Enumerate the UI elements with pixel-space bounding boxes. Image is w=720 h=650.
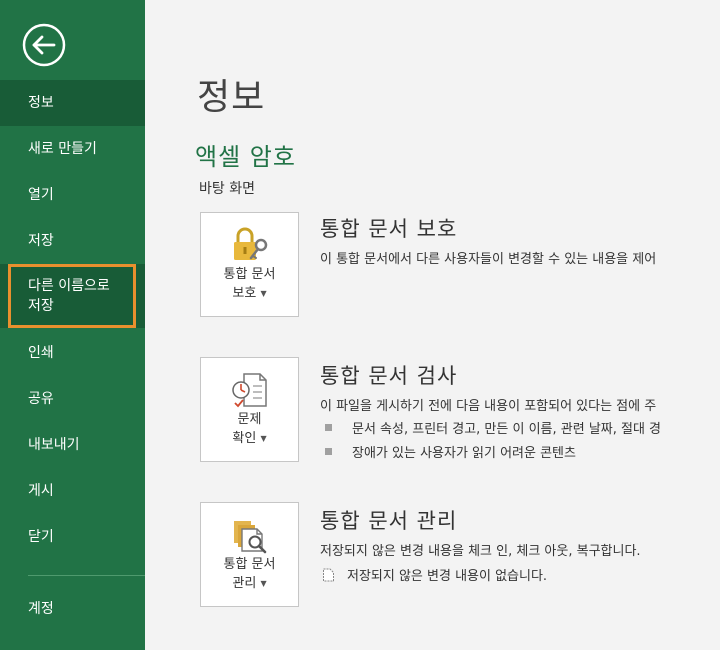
- section-title: 통합 문서 관리: [320, 509, 458, 533]
- nav-publish[interactable]: 게시: [0, 468, 145, 514]
- nav-info[interactable]: 정보: [0, 80, 145, 126]
- nav-print[interactable]: 인쇄: [0, 330, 145, 376]
- nav-new[interactable]: 새로 만들기: [0, 126, 145, 172]
- lock-key-icon: [234, 227, 268, 260]
- nav-label: 내보내기: [28, 437, 80, 453]
- dropdown-caret-icon: ▼: [260, 289, 267, 298]
- manage-documents-icon: [234, 521, 267, 554]
- nav-label: 닫기: [28, 529, 54, 545]
- nav-label-line2: 저장: [28, 298, 54, 314]
- button-label-line2: 확인: [232, 431, 257, 446]
- file-name: 액셀 암호: [195, 143, 296, 171]
- nav-label: 새로 만들기: [28, 141, 97, 157]
- nav-export[interactable]: 내보내기: [0, 422, 145, 468]
- dropdown-caret-icon: ▼: [260, 579, 267, 588]
- nav-label: 저장: [28, 233, 54, 249]
- manage-workbook-button[interactable]: 통합 문서 관리 ▼: [200, 502, 299, 607]
- list-item: 저장되지 않은 변경 내용이 없습니다.: [322, 565, 547, 584]
- nav-label: 인쇄: [28, 345, 54, 361]
- nav-save[interactable]: 저장: [0, 218, 145, 264]
- nav-close[interactable]: 닫기: [0, 514, 145, 560]
- nav-open[interactable]: 열기: [0, 172, 145, 218]
- sidebar-divider: [28, 575, 145, 576]
- button-label-line2: 관리: [232, 576, 257, 591]
- nav-share[interactable]: 공유: [0, 376, 145, 422]
- section-description: 이 파일을 게시하기 전에 다음 내용이 포함되어 있다는 점에 주: [320, 399, 657, 414]
- section-title: 통합 문서 보호: [320, 217, 458, 241]
- inspect-document-icon: [232, 373, 267, 408]
- button-label: 문제 확인 ▼: [201, 410, 298, 448]
- nav-save-as[interactable]: 다른 이름으로 저장: [0, 264, 145, 328]
- page-title: 정보: [197, 77, 266, 118]
- bullet-square-icon: [325, 424, 332, 431]
- bullet-square-icon: [325, 448, 332, 455]
- protect-workbook-button[interactable]: 통합 문서 보호 ▼: [200, 212, 299, 317]
- nav-account[interactable]: 계정: [0, 586, 145, 632]
- bullet-text: 장애가 있는 사용자가 읽기 어려운 콘텐츠: [352, 446, 576, 461]
- list-item: 장애가 있는 사용자가 읽기 어려운 콘텐츠: [325, 442, 576, 461]
- button-label-line1: 통합 문서: [223, 267, 276, 282]
- back-button[interactable]: [21, 22, 67, 68]
- nav-label: 게시: [28, 483, 54, 499]
- nav-label: 공유: [28, 391, 54, 407]
- backstage-sidebar: 정보 새로 만들기 열기 저장 다른 이름으로 저장 인쇄 공유 내보내기 게시…: [0, 0, 145, 650]
- note-text: 저장되지 않은 변경 내용이 없습니다.: [347, 569, 548, 584]
- nav-label-line1: 다른 이름으로: [28, 278, 110, 294]
- nav-label: 열기: [28, 187, 54, 203]
- nav-label: 정보: [28, 95, 54, 111]
- button-label: 통합 문서 관리 ▼: [201, 555, 298, 593]
- section-description: 저장되지 않은 변경 내용을 체크 인, 체크 아웃, 복구합니다.: [320, 544, 641, 559]
- section-description: 이 통합 문서에서 다른 사용자들이 변경할 수 있는 내용을 제어: [320, 252, 657, 267]
- dropdown-caret-icon: ▼: [260, 434, 267, 443]
- button-label-line1: 통합 문서: [223, 557, 276, 572]
- button-label-line1: 문제: [237, 412, 262, 427]
- button-label-line2: 보호: [232, 286, 257, 301]
- button-label: 통합 문서 보호 ▼: [201, 265, 298, 303]
- file-location[interactable]: 바탕 화면: [199, 178, 255, 198]
- check-for-issues-button[interactable]: 문제 확인 ▼: [200, 357, 299, 462]
- section-title: 통합 문서 검사: [320, 364, 458, 388]
- bullet-text: 문서 속성, 프린터 경고, 만든 이 이름, 관련 날짜, 절대 경: [352, 422, 662, 437]
- back-arrow-icon: [22, 23, 66, 67]
- nav-label: 계정: [28, 601, 54, 617]
- document-icon: [323, 568, 334, 581]
- list-item: 문서 속성, 프린터 경고, 만든 이 이름, 관련 날짜, 절대 경: [325, 418, 661, 437]
- info-panel: 정보 액셀 암호 바탕 화면 통합 문서 보호 ▼ 통합 문서 보호 이 통합 …: [145, 0, 720, 650]
